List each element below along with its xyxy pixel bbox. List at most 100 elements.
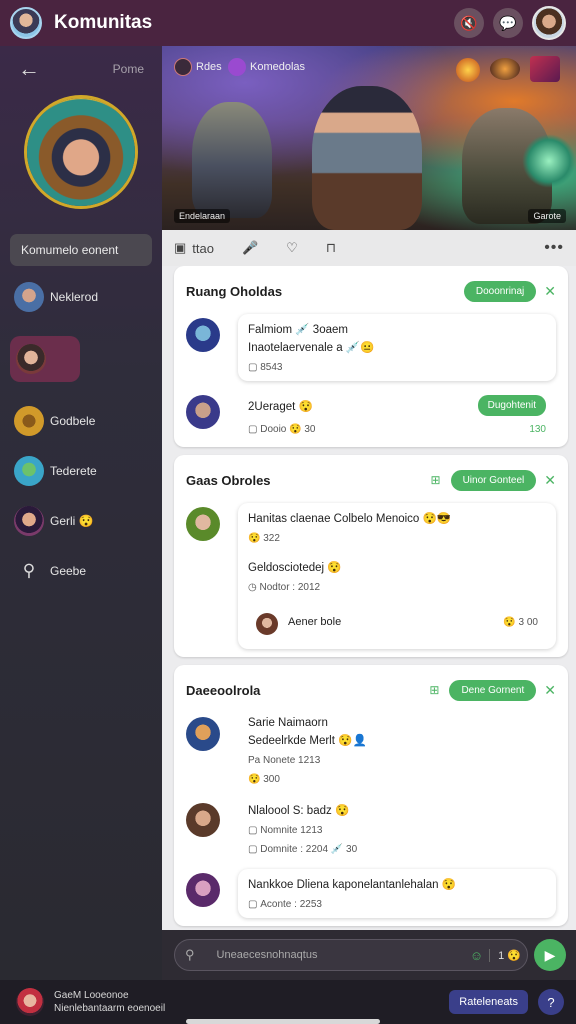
comment-icon: ▢ [248,825,261,836]
list-item[interactable]: Nlaloool S: badz 😯 ▢ Nomnite 1213 ▢ Domn… [186,799,556,859]
room-title: Ruang Oholdas [186,283,283,299]
back-label[interactable]: Pome [113,62,144,76]
mic-button[interactable]: 🎤 [242,240,258,256]
action-button[interactable]: Dugohtenit [477,395,546,416]
send-icon: ▶ [544,946,556,963]
heart-icon: ♡ [286,240,298,255]
send-button[interactable]: ▶ [534,939,566,971]
room-title: Daeeoolrola [186,682,261,698]
close-icon[interactable]: ✕ [544,472,556,489]
community-avatar[interactable] [10,7,42,39]
emoji-icon[interactable]: ☺ [470,948,483,963]
home-indicator[interactable] [186,1019,380,1024]
avatar [14,282,44,312]
mute-icon[interactable]: 🔇 [454,8,484,38]
gem-icon [228,58,246,76]
heart-button[interactable]: ♡ [286,240,298,256]
action-bar: ▣ ttao 🎤 ♡ ⊓ ••• [162,230,576,266]
mic-icon: 🎤 [241,240,259,255]
sidebar-item-label: Godbele [50,414,96,428]
door-button[interactable]: ⊓ [326,240,336,256]
chat-icon[interactable]: 💬 [493,8,523,38]
comment-icon: ▢ [248,844,261,855]
community-hero-avatar [27,98,135,206]
help-icon[interactable]: ? [538,989,564,1015]
avatar [14,406,44,436]
gallery-button[interactable]: ▣ ttao [174,240,214,256]
join-button[interactable]: Uinor Gonteel [450,469,537,491]
room-title: Gaas Obroles [186,472,271,488]
comment-icon: ▢ [248,362,261,373]
magic-orb-icon [522,134,576,188]
join-button[interactable]: Dene Gornent [449,679,537,701]
banner-tag-mid[interactable]: Komedolas [228,58,305,76]
room-card: Ruang Oholdas Dooonrinaj ✕ Falmiom 💉 3oa… [174,266,568,447]
cube-icon [530,56,560,82]
fire-orb-icon [456,58,480,82]
image-icon: ▣ [174,240,187,255]
avatar [16,344,46,374]
clock-icon: ◷ [248,582,260,593]
hero-center-figure [312,86,422,230]
sidebar-item-0[interactable]: Neklerod [0,272,162,322]
banner-caption-right: Garote [528,209,566,223]
sidebar-item-label: Geebe [50,564,87,578]
list-item[interactable]: 2Ueraget 😯 Dugohtenit ▢ Dooio 😯 30 130 [186,391,556,439]
join-button[interactable]: Dooonrinaj [463,280,537,302]
message-input[interactable] [216,949,470,961]
app-title: Komunitas [54,12,153,33]
feed: Ruang Oholdas Dooonrinaj ✕ Falmiom 💉 3oa… [162,266,576,930]
reply-row[interactable]: Aener bole 😯 3 00 [248,603,546,641]
sidebar-item-1[interactable] [10,336,80,382]
sidebar-item-label: Tederete [50,464,97,478]
share-icon[interactable]: ⊞ [431,473,441,487]
message-input-bar: ⚲ ☺ 1 😯 ▶ [162,930,576,980]
sidebar-item-label: Gerli 😯 [50,514,94,528]
avatar[interactable] [16,988,44,1016]
room-card: Daeeoolrola ⊞ Dene Gornent ✕ Sarie Naima… [174,665,568,926]
avatar [256,613,278,635]
list-item[interactable]: Hanitas claenae Colbelo Menoico 😯😎 😯 322… [186,503,556,649]
sidebar: ← Pome Komumelo eonent Neklerod Godbele … [0,46,162,980]
list-item[interactable]: Falmiom 💉 3oaem Inaotelaervenale a 💉😐 ▢ … [186,314,556,381]
room-card: Gaas Obroles ⊞ Uinor Gonteel ✕ Hanitas c… [174,455,568,657]
sidebar-item-2[interactable]: Godbele [0,396,162,446]
char-count: 1 😯 [489,948,521,962]
banner-caption-left: Endelaraan [174,209,231,223]
avatar [14,506,44,536]
sidebar-item-search[interactable]: ⚲ Geebe [0,546,162,596]
search-icon: ⚲ [185,947,195,962]
sidebar-item-label: Neklerod [50,290,99,304]
lava-orb-icon [490,58,520,80]
close-icon[interactable]: ✕ [544,283,556,300]
sword-icon [174,58,192,76]
bottom-action-button[interactable]: Rateleneats [449,990,528,1014]
banner-tag-left[interactable]: Rdes [174,58,222,76]
bottom-subtitle: Nienlebantaarm eoenoeil [54,1003,166,1014]
community-name-box[interactable]: Komumelo eonent [10,234,152,266]
sidebar-item-3[interactable]: Tederete [0,446,162,496]
share-icon[interactable]: ⊞ [429,683,439,697]
back-arrow-icon[interactable]: ← [18,56,40,82]
top-app-bar: Komunitas 🔇 💬 [0,0,576,46]
door-icon: ⊓ [325,240,336,255]
message-input-box: ⚲ ☺ 1 😯 [174,939,528,971]
comment-icon: ▢ [248,899,261,910]
comment-icon: ▢ [248,424,261,435]
avatar [186,717,220,751]
community-banner: Rdes Komedolas Endelaraan Garote [162,46,576,230]
avatar [186,395,220,429]
close-icon[interactable]: ✕ [544,682,556,699]
sidebar-item-4[interactable]: Gerli 😯 [0,496,162,546]
user-avatar[interactable] [532,6,566,40]
avatar [186,873,220,907]
avatar [186,803,220,837]
search-icon: ⚲ [22,561,36,580]
hero-left-figure [192,102,272,218]
bottom-bar: GaeM Looeonoe Nienlebantaarm eoenoeil Ra… [0,980,576,1024]
list-item[interactable]: Sarie Naimaorn Sedeelrkde Merlt 😯👤 Pa No… [186,713,556,789]
avatar [186,318,220,352]
list-item[interactable]: Nankkoe Dliena kaponelantanlehalan 😯 ▢ A… [186,869,556,918]
more-options-icon[interactable]: ••• [544,239,564,257]
avatar [14,456,44,486]
